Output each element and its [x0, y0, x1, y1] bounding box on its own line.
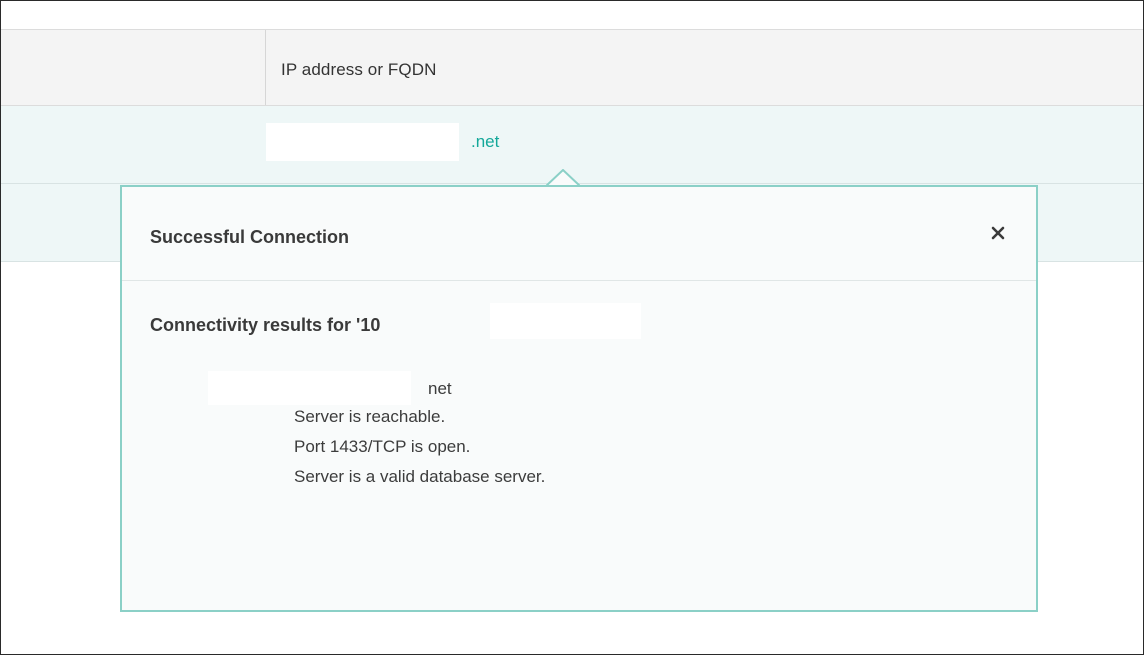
close-icon — [991, 226, 1005, 240]
table-header: IP address or FQDN — [1, 29, 1143, 106]
column-header-ip-address[interactable]: IP address or FQDN — [281, 60, 436, 80]
result-host-suffix: net — [428, 379, 452, 398]
popover-header: Successful Connection — [122, 187, 1036, 281]
app-frame: IP address or FQDN .net Successful Conne… — [0, 0, 1144, 655]
popover-title: Successful Connection — [150, 227, 350, 247]
result-line-reachable: Server is reachable. — [294, 407, 446, 426]
result-line-port: Port 1433/TCP is open. — [294, 437, 471, 456]
connection-result-popover: Successful Connection Connectivity resul… — [120, 185, 1038, 612]
column-divider — [265, 30, 266, 105]
result-line-valid-db: Server is a valid database server. — [294, 467, 546, 486]
redacted-ip — [490, 303, 641, 339]
redacted-hostname — [266, 123, 459, 161]
results-heading: Connectivity results for '10 — [150, 315, 381, 335]
redacted-hostname — [208, 371, 411, 405]
host-cell-suffix[interactable]: .net — [471, 132, 499, 152]
close-button[interactable] — [986, 221, 1010, 245]
